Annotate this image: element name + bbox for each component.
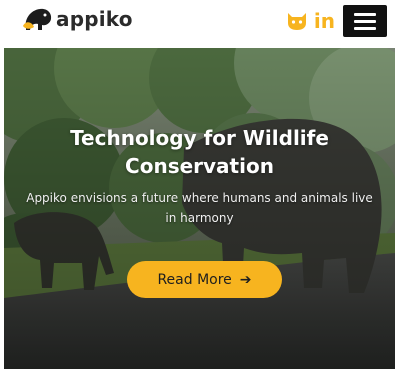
menu-bar — [354, 19, 376, 23]
linkedin-icon[interactable]: in — [314, 11, 335, 31]
brand-logo[interactable]: appiko — [20, 4, 133, 34]
hero-title-line: Conservation — [125, 154, 274, 178]
hamburger-menu-button[interactable] — [343, 5, 387, 37]
hero-subtitle: Appiko envisions a future where humans a… — [26, 191, 373, 225]
navbar: appiko in — [0, 0, 399, 44]
hero-banner: Technology for Wildlife Conservation App… — [4, 48, 395, 369]
menu-bar — [354, 26, 376, 30]
nav-icons: in — [286, 5, 387, 37]
read-more-label: Read More — [157, 271, 232, 288]
hero-title: Technology for Wildlife Conservation — [4, 124, 395, 180]
brand-name: appiko — [56, 7, 133, 31]
elephant-logo-icon — [23, 8, 52, 30]
arrow-right-icon: ➔ — [239, 271, 252, 288]
github-icon[interactable] — [286, 11, 308, 31]
hero-title-line: Technology for Wildlife — [70, 126, 329, 150]
menu-bar — [354, 12, 376, 16]
read-more-button[interactable]: Read More ➔ — [127, 261, 282, 298]
